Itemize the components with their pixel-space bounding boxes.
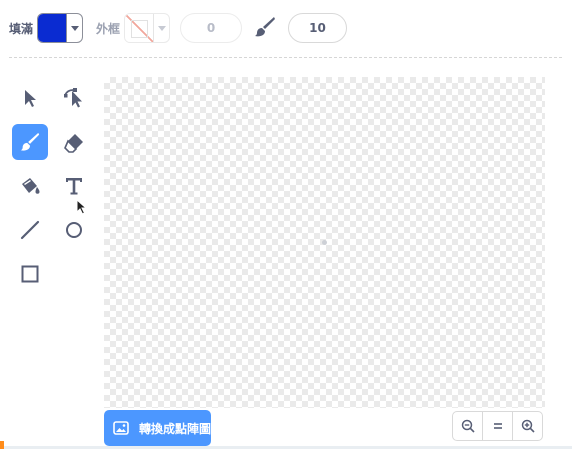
arrow-cursor-icon <box>25 90 36 107</box>
toolbar-divider <box>9 57 562 58</box>
outline-width-input[interactable]: 0 <box>180 13 242 43</box>
rectangle-icon <box>21 265 39 283</box>
paint-toolbar: 填滿 外框 0 10 <box>0 0 572 58</box>
tool-circle[interactable] <box>56 212 92 248</box>
brush-size-icon <box>253 15 277 43</box>
chevron-down-icon <box>70 25 79 31</box>
outline-label: 外框 <box>96 22 121 36</box>
brush-size-input[interactable]: 10 <box>288 13 347 43</box>
outline-color-picker[interactable] <box>124 13 170 43</box>
tool-palette <box>8 78 100 298</box>
zoom-out-button[interactable] <box>453 412 482 440</box>
line-icon <box>20 220 40 240</box>
zoom-in-icon <box>521 419 535 433</box>
tool-eraser[interactable] <box>56 124 92 160</box>
reshape-icon <box>64 88 82 108</box>
fill-color-swatch[interactable] <box>38 14 67 42</box>
zoom-out-icon <box>461 419 475 433</box>
tool-reshape[interactable] <box>56 80 92 116</box>
tool-select[interactable] <box>12 80 48 116</box>
outline-dropdown-caret[interactable] <box>154 14 169 42</box>
circle-icon <box>66 222 82 238</box>
paint-bucket-icon <box>22 178 40 194</box>
mouse-pointer-icon <box>76 199 88 215</box>
paintbrush-icon <box>20 132 40 151</box>
image-icon <box>113 421 129 435</box>
bottom-accent-marker <box>0 441 4 449</box>
fill-dropdown-caret[interactable] <box>67 14 82 42</box>
tool-rectangle[interactable] <box>12 256 48 292</box>
equals-icon <box>493 423 502 429</box>
tool-brush[interactable] <box>12 124 48 160</box>
zoom-in-button[interactable] <box>512 412 542 440</box>
convert-button-label: 轉換成點陣圖 <box>139 421 212 436</box>
eraser-icon <box>64 134 83 153</box>
tool-fill[interactable] <box>12 168 48 204</box>
text-icon <box>66 178 82 195</box>
zoom-controls <box>452 411 543 441</box>
convert-to-bitmap-button[interactable]: 轉換成點陣圖 <box>104 410 211 446</box>
canvas-center-marker <box>322 240 327 245</box>
fill-label: 填滿 <box>9 22 34 36</box>
outline-color-swatch[interactable] <box>125 14 154 42</box>
zoom-reset-button[interactable] <box>482 412 512 440</box>
fill-color-picker[interactable] <box>37 13 83 43</box>
drawing-canvas[interactable] <box>104 77 545 408</box>
tool-line[interactable] <box>12 212 48 248</box>
chevron-down-icon <box>157 25 166 31</box>
